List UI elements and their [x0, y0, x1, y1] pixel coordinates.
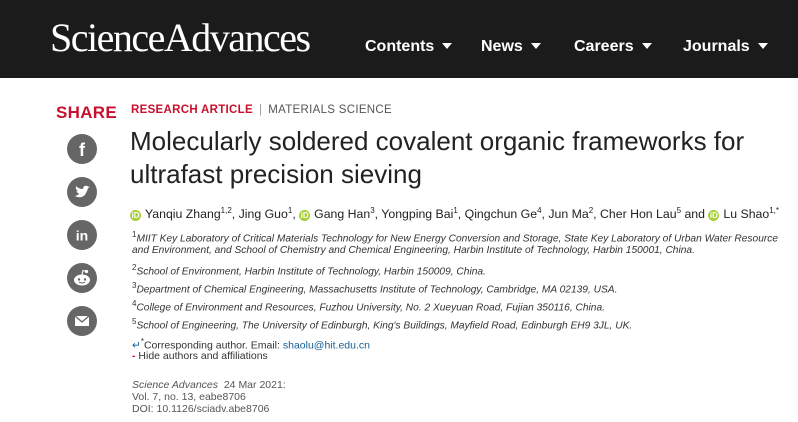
- nav-contents[interactable]: Contents: [365, 38, 453, 56]
- reddit-share-button[interactable]: [67, 263, 97, 293]
- email-share-button[interactable]: [67, 306, 97, 336]
- site-logo[interactable]: ScienceAdvances: [50, 18, 311, 58]
- citation-doi[interactable]: DOI: 10.1126/sciadv.abe8706: [132, 403, 432, 415]
- orcid-icon: iD: [130, 210, 141, 222]
- article-type[interactable]: RESEARCH ARTICLE: [131, 104, 253, 116]
- author-name: Gang Han: [314, 207, 371, 222]
- author-name: Qingchun Ge: [464, 207, 538, 222]
- author[interactable]: iD Yanqiu Zhang1,2: [130, 206, 232, 222]
- author[interactable]: Qingchun Ge4: [464, 206, 542, 222]
- affiliation: 4College of Environment and Resources, F…: [132, 298, 782, 314]
- article-subject[interactable]: MATERIALS SCIENCE: [268, 104, 392, 116]
- nav-careers[interactable]: Careers: [574, 38, 652, 56]
- affiliation: 2School of Environment, Harbin Institute…: [132, 262, 782, 278]
- chevron-down-icon: [442, 42, 453, 49]
- site-header: ScienceAdvances Contents News Careers Jo…: [0, 0, 798, 78]
- svg-text:f: f: [79, 140, 86, 160]
- author-affiliation-ref: 1: [287, 206, 293, 215]
- orcid-icon: iD: [299, 210, 311, 222]
- author-affiliation-ref: 4: [537, 206, 542, 215]
- facebook-share-button[interactable]: f: [67, 134, 97, 164]
- chevron-down-icon: [530, 42, 541, 49]
- and-word: and: [684, 207, 705, 222]
- nav-news[interactable]: News: [481, 38, 541, 56]
- author-name: Lu Shao: [723, 207, 770, 222]
- citation-volume: Vol. 7, no. 13, eabe8706: [132, 391, 246, 403]
- twitter-icon: [75, 185, 90, 198]
- author[interactable]: iD Lu Shao1,*: [708, 206, 780, 222]
- nav-label: Contents: [365, 38, 435, 55]
- reddit-icon: [74, 269, 90, 286]
- hide-authors-toggle[interactable]: - Hide authors and affiliations: [132, 350, 268, 362]
- email-icon: [74, 315, 90, 326]
- svg-text:in: in: [76, 228, 88, 244]
- hide-authors-label: Hide authors and affiliations: [138, 350, 268, 362]
- author[interactable]: Jun Ma2: [548, 206, 594, 222]
- author-list: iD Yanqiu Zhang1,2, Jing Guo1, iD Gang Han…: [130, 206, 780, 222]
- chevron-down-icon: [757, 42, 768, 49]
- affiliation-text: MIIT Key Laboratory of Critical Material…: [132, 233, 779, 257]
- author-name: Yongping Bai: [381, 207, 454, 222]
- chevron-down-icon: [641, 42, 652, 49]
- affiliation-text: Department of Chemical Engineering, Mass…: [136, 284, 618, 296]
- publication-date: 24 Mar 2021:: [223, 379, 286, 391]
- nav-journals[interactable]: Journals: [683, 38, 768, 56]
- meta-divider: |: [258, 104, 263, 116]
- author[interactable]: Cher Hon Lau5: [600, 206, 682, 222]
- author[interactable]: iD Gang Han3: [299, 206, 375, 222]
- author[interactable]: Yongping Bai1: [381, 206, 458, 222]
- nav-label: Careers: [574, 38, 634, 55]
- share-label: SHARE: [56, 103, 118, 122]
- author-name: Jun Ma: [548, 207, 589, 222]
- affiliation-text: College of Environment and Resources, Fu…: [136, 302, 605, 314]
- linkedin-share-button[interactable]: in: [67, 220, 97, 250]
- author-name: Yanqiu Zhang: [145, 207, 221, 222]
- orcid-icon: iD: [708, 210, 720, 222]
- author-affiliation-ref: 2: [588, 206, 594, 215]
- journal-name: Science Advances: [132, 379, 218, 391]
- twitter-share-button[interactable]: [67, 177, 97, 207]
- author-name: Jing Guo: [238, 207, 288, 222]
- affiliation: 5School of Engineering, The University o…: [132, 316, 782, 332]
- author[interactable]: Jing Guo1: [238, 206, 293, 222]
- citation-line: Science Advances 24 Mar 2021:: [132, 379, 432, 391]
- affiliation: 1MIIT Key Laboratory of Critical Materia…: [132, 229, 782, 257]
- title-line: ultrafast precision sieving: [130, 159, 422, 189]
- author-affiliation-ref: 1,*: [769, 206, 780, 215]
- affiliation-text: School of Engineering, The University of…: [136, 320, 633, 332]
- facebook-icon: f: [79, 140, 86, 160]
- article-title: Molecularly soldered covalent organic fr…: [130, 125, 770, 191]
- article-meta: RESEARCH ARTICLE | MATERIALS SCIENCE: [131, 104, 392, 116]
- nav-label: Journals: [683, 38, 750, 55]
- corresponding-email-link[interactable]: shaolu@hit.edu.cn: [283, 340, 370, 352]
- author-affiliation-ref: 3: [370, 206, 375, 215]
- title-line: Molecularly soldered covalent organic fr…: [130, 126, 745, 156]
- nav-label: News: [481, 38, 523, 55]
- linkedin-icon: in: [76, 228, 88, 244]
- author-affiliation-ref: 5: [676, 206, 682, 215]
- author-affiliation-ref: 1,2: [220, 206, 232, 215]
- author-name: Cher Hon Lau: [600, 207, 677, 222]
- affiliation-text: School of Environment, Harbin Institute …: [136, 266, 486, 278]
- author-affiliation-ref: 1: [453, 206, 458, 215]
- affiliation: 3Department of Chemical Engineering, Mas…: [132, 280, 782, 296]
- collapse-icon: -: [132, 350, 136, 362]
